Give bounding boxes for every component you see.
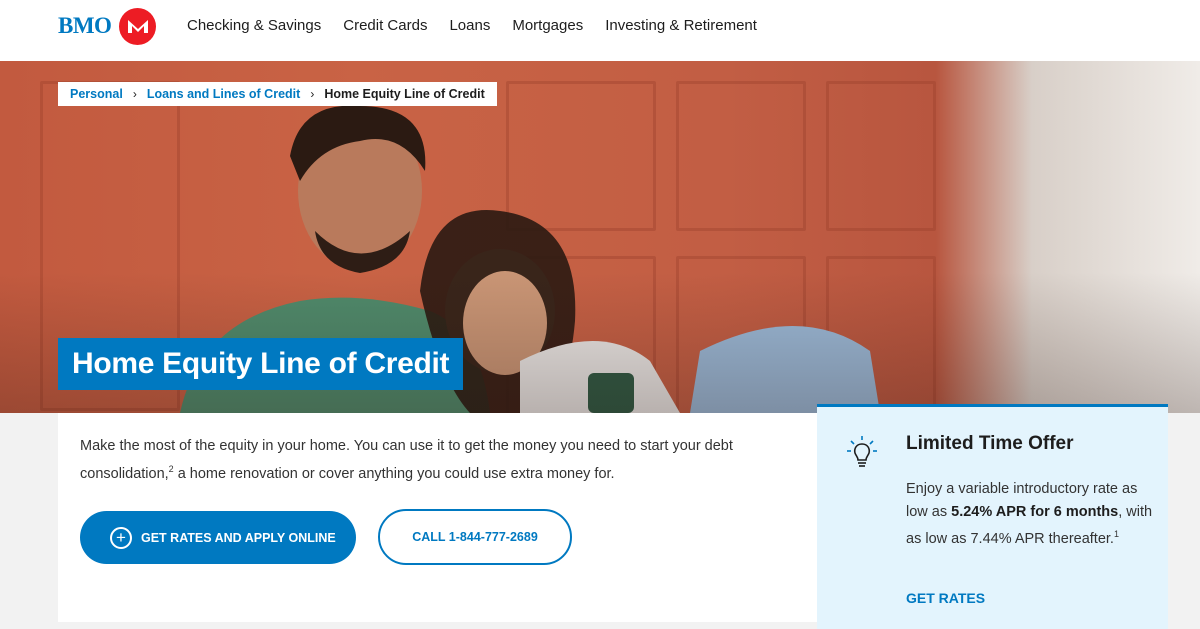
offer-text: Enjoy a variable introductory rate as lo… bbox=[906, 478, 1156, 550]
nav-mortgages[interactable]: Mortgages bbox=[512, 17, 583, 34]
lightbulb-icon bbox=[847, 435, 877, 471]
nav-loans[interactable]: Loans bbox=[449, 17, 490, 34]
bmo-logo[interactable]: BMO bbox=[58, 7, 157, 45]
chevron-right-icon: › bbox=[132, 87, 137, 101]
bmo-roundel-icon bbox=[119, 7, 157, 45]
get-rates-link[interactable]: GET RATES bbox=[906, 590, 985, 606]
intro-text: Make the most of the equity in your home… bbox=[80, 435, 780, 486]
nav-credit-cards[interactable]: Credit Cards bbox=[343, 17, 427, 34]
chevron-right-icon: › bbox=[310, 87, 315, 101]
site-header: BMO Checking & Savings Credit Cards Loan… bbox=[0, 0, 1200, 61]
breadcrumb-personal[interactable]: Personal bbox=[70, 87, 123, 101]
intro-text-after: a home renovation or cover anything you … bbox=[173, 465, 615, 482]
main-nav: Checking & Savings Credit Cards Loans Mo… bbox=[187, 0, 779, 50]
get-rates-apply-label: GET RATES AND APPLY ONLINE bbox=[141, 530, 336, 545]
footnote-1[interactable]: 1 bbox=[1114, 529, 1119, 539]
call-phone-label: CALL 1-844-777-2689 bbox=[412, 530, 538, 544]
intro-card: Make the most of the equity in your home… bbox=[58, 413, 817, 622]
nav-checking-savings[interactable]: Checking & Savings bbox=[187, 17, 321, 34]
breadcrumb-loans-lines-of-credit[interactable]: Loans and Lines of Credit bbox=[147, 87, 301, 101]
page-title: Home Equity Line of Credit bbox=[58, 338, 464, 390]
get-rates-apply-button[interactable]: + GET RATES AND APPLY ONLINE bbox=[80, 511, 356, 564]
offer-highlight: 5.24% APR for 6 months bbox=[951, 503, 1119, 520]
plus-circle-icon: + bbox=[110, 526, 132, 549]
call-phone-button[interactable]: CALL 1-844-777-2689 bbox=[378, 509, 572, 565]
offer-title: Limited Time Offer bbox=[906, 433, 1074, 454]
nav-investing-retirement[interactable]: Investing & Retirement bbox=[605, 17, 757, 34]
logo-text: BMO bbox=[58, 13, 112, 38]
hero-banner: Personal › Loans and Lines of Credit › H… bbox=[0, 61, 1200, 413]
breadcrumb-current: Home Equity Line of Credit bbox=[324, 87, 485, 101]
breadcrumb: Personal › Loans and Lines of Credit › H… bbox=[58, 82, 497, 106]
limited-offer-card: Limited Time Offer Enjoy a variable intr… bbox=[817, 404, 1168, 629]
